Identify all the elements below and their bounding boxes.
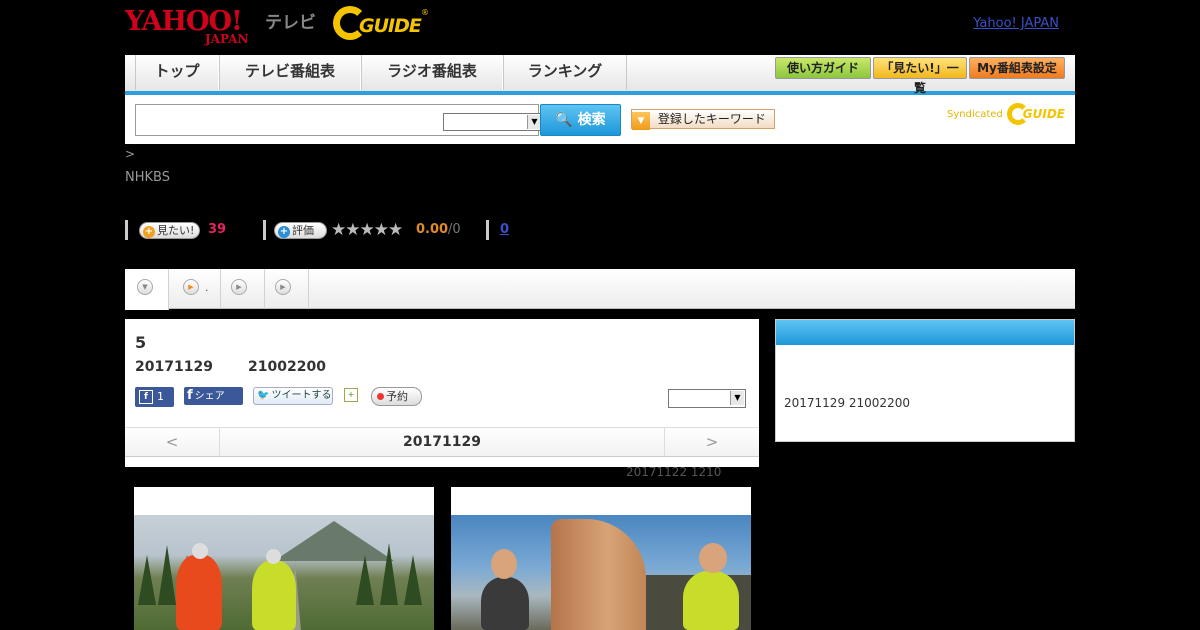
- divider: [125, 220, 128, 240]
- search-bar: ▼ 🔍 検索 ▼ 登録したキーワード Syndicated GUIDE: [125, 95, 1075, 144]
- rate-button[interactable]: + 評価: [274, 222, 327, 239]
- want-button[interactable]: + 見たい!: [139, 222, 201, 239]
- rating-count: /0: [448, 222, 461, 237]
- program-detail-panel: 5 20171129 21002200 f1 f シェア 🐦 ツイートする + 予約…: [125, 319, 759, 467]
- tweet-button[interactable]: 🐦 ツイートする: [253, 387, 333, 405]
- tab-top[interactable]: トップ: [135, 55, 219, 90]
- facebook-share-button[interactable]: f シェア: [184, 387, 243, 405]
- breadcrumb[interactable]: >: [125, 147, 135, 161]
- rating-score: 0.00: [416, 222, 449, 237]
- dropdown-arrow-icon: ▼: [632, 112, 650, 130]
- program-photo-cyclists[interactable]: [134, 487, 434, 630]
- play-orange-icon: ▶: [183, 279, 199, 295]
- tab-tv-listings[interactable]: テレビ番組表: [219, 55, 361, 90]
- facebook-like-button[interactable]: f1: [135, 387, 174, 407]
- sidebar-header: [776, 320, 1074, 345]
- rating-stars: ★★★★★: [331, 220, 403, 240]
- tab-radio-listings[interactable]: ラジオ番組表: [361, 55, 503, 90]
- want-count: 39: [208, 222, 227, 237]
- play-icon: ▶: [275, 279, 291, 295]
- facebook-icon: f: [139, 390, 153, 404]
- reserve-recording-button[interactable]: 予約: [371, 387, 422, 406]
- next-date-button[interactable]: >: [664, 428, 759, 456]
- review-count-link[interactable]: 0: [500, 222, 509, 237]
- divider: [486, 220, 489, 240]
- search-input[interactable]: ▼: [135, 104, 543, 136]
- search-button[interactable]: 🔍 検索: [540, 104, 621, 136]
- facebook-icon: f: [187, 388, 193, 403]
- program-stats: + 見たい! 39 + 評価 ★★★★★ 0.00 /0 0: [125, 220, 1075, 242]
- sidebar-broadcast-info: 20171129 21002200: [784, 396, 910, 410]
- program-photo-snowplow[interactable]: [451, 487, 751, 630]
- plus-icon: +: [143, 226, 155, 238]
- chevron-down-icon: ▼: [730, 391, 744, 405]
- search-category-select[interactable]: ▼: [443, 113, 543, 131]
- sidebar-panel: 20171129 21002200: [775, 319, 1075, 442]
- main-nav: トップ テレビ番組表 ラジオ番組表 ランキング 使い方ガイド 「見たい!」一覧 …: [125, 55, 1075, 95]
- syndicated-gguide-logo: Syndicated GUIDE: [947, 103, 1065, 125]
- divider: [263, 220, 266, 240]
- usage-guide-button[interactable]: 使い方ガイド: [775, 57, 871, 79]
- program-subtabs: ▼ ▶ . ▶ ▶: [125, 269, 1075, 310]
- tv-label[interactable]: テレビ: [265, 8, 316, 33]
- down-arrow-icon: ▼: [137, 279, 153, 295]
- program-time: 21002200: [248, 359, 326, 375]
- twitter-bird-icon: 🐦: [257, 390, 270, 401]
- play-icon: ▶: [231, 279, 247, 295]
- saved-keywords-button[interactable]: ▼ 登録したキーワード: [631, 109, 775, 130]
- tab-ranking[interactable]: ランキング: [503, 55, 627, 90]
- plus-icon: +: [278, 226, 290, 238]
- channel-name: NHKBS: [125, 170, 170, 185]
- program-date: 20171129: [135, 359, 213, 375]
- program-title: 5: [135, 333, 147, 352]
- yahoo-japan-link[interactable]: Yahoo! JAPAN: [973, 16, 1059, 31]
- subtab-episode[interactable]: ▶ .: [169, 269, 221, 309]
- current-date: 20171129: [403, 434, 481, 450]
- subtab-item-4[interactable]: ▶: [265, 269, 309, 309]
- my-listings-settings-button[interactable]: My番組表設定: [969, 57, 1065, 79]
- calendar-add-icon[interactable]: +: [344, 388, 358, 402]
- chevron-down-icon: ▼: [527, 115, 541, 129]
- subtab-overview[interactable]: ▼: [125, 269, 169, 310]
- search-icon: 🔍: [555, 112, 573, 128]
- yahoo-japan-logo[interactable]: YAHOO! JAPAN: [125, 6, 248, 46]
- program-options-select[interactable]: ▼: [668, 389, 746, 408]
- gguide-logo[interactable]: GUIDE ®: [333, 6, 433, 42]
- record-dot-icon: [377, 393, 384, 400]
- date-navigation: < 20171129 >: [125, 427, 759, 457]
- want-list-button[interactable]: 「見たい!」一覧: [873, 57, 967, 95]
- subtab-item-3[interactable]: ▶: [221, 269, 265, 309]
- prev-date-button[interactable]: <: [125, 428, 220, 456]
- last-updated: 20171122 1210: [626, 465, 722, 479]
- site-header: YAHOO! JAPAN テレビ GUIDE ® Yahoo! JAPAN: [125, 0, 1075, 52]
